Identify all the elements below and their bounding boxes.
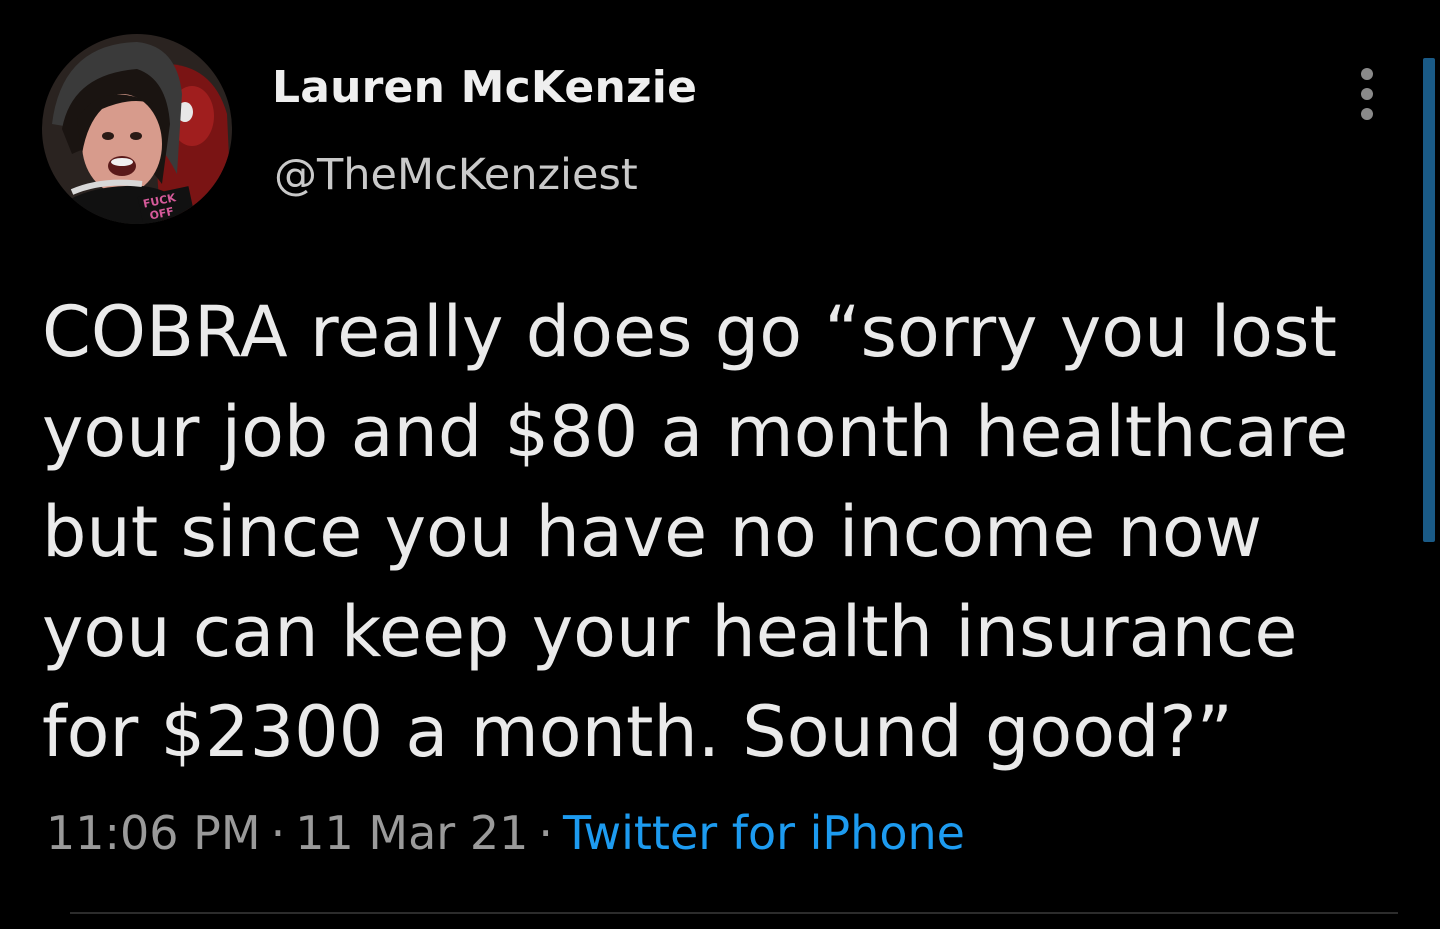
meta-separator: ·	[270, 806, 286, 860]
more-vertical-icon-dot	[1361, 108, 1373, 120]
more-options-button[interactable]	[1340, 62, 1396, 126]
avatar[interactable]: FUCK OFF	[42, 34, 232, 224]
tweet-time[interactable]: 11:06 PM	[46, 806, 261, 860]
more-vertical-icon	[1361, 68, 1373, 80]
tweet-text: COBRA really does go “sorry you lost you…	[42, 282, 1392, 782]
tweet-source-link[interactable]: Twitter for iPhone	[563, 806, 965, 860]
tweet-text-line: you can keep your health insurance	[42, 591, 1298, 673]
tweet-date[interactable]: 11 Mar 21	[295, 806, 528, 860]
avatar-image: FUCK OFF	[42, 34, 232, 224]
author-handle[interactable]: @TheMcKenziest	[274, 150, 638, 200]
tweet-text-line: COBRA really does go “sorry you lost	[42, 291, 1337, 373]
more-vertical-icon-dot	[1361, 88, 1373, 100]
tweet-text-line: but since you have no income now	[42, 491, 1262, 573]
tweet-text-line: your job and $80 a month healthcare	[42, 391, 1349, 473]
scrollbar[interactable]	[1423, 58, 1435, 542]
tweet-meta: 11:06 PM · 11 Mar 21 · Twitter for iPhone	[46, 806, 965, 860]
author-name[interactable]: Lauren McKenzie	[272, 62, 697, 113]
divider	[70, 912, 1398, 914]
meta-separator: ·	[538, 806, 553, 860]
tweet-text-line: for $2300 a month. Sound good?”	[42, 691, 1233, 773]
tweet: FUCK OFF Lauren McKenzie @TheMcKenziest …	[0, 0, 1440, 929]
